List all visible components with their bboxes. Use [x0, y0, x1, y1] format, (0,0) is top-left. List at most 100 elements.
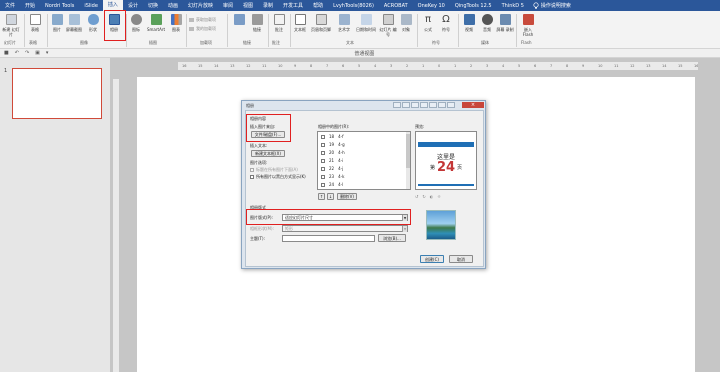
store-button[interactable]: 获取加载项: [189, 17, 216, 23]
start-show-icon[interactable]: ▣: [35, 50, 40, 56]
tab-record[interactable]: 录制: [258, 2, 278, 9]
picture-checkbox[interactable]: [321, 142, 325, 147]
list-item[interactable]: 23 4-k: [321, 174, 344, 179]
table-button[interactable]: 表格: [26, 14, 44, 32]
header-footer-button[interactable]: 页眉和页脚: [308, 14, 334, 32]
tab-view[interactable]: 视图: [238, 2, 258, 9]
create-button[interactable]: 创建(C): [420, 255, 444, 263]
tab-qingtools[interactable]: QingTools 12.5: [450, 3, 497, 9]
theme-input[interactable]: [282, 235, 375, 242]
picture-checkbox[interactable]: [321, 182, 325, 187]
picture-number: 19: [329, 142, 335, 147]
list-item[interactable]: 24 4-l: [321, 182, 343, 187]
list-item[interactable]: 18 4-f: [321, 134, 344, 139]
tab-file[interactable]: 文件: [0, 2, 20, 9]
save-icon[interactable]: ■: [4, 50, 9, 56]
brightness-up-icon[interactable]: [429, 102, 437, 108]
object-button[interactable]: 对象: [397, 14, 415, 32]
pictures-list-scrollbar[interactable]: [406, 132, 410, 189]
tab-acrobat[interactable]: ACROBAT: [379, 3, 413, 9]
slide-thumbnail[interactable]: [12, 68, 102, 119]
pictures-list[interactable]: 18 4-f 19 4-g 20 4-h 21 4-i 22 4-j 23 4-k 24 4-l: [317, 131, 411, 190]
tab-animations[interactable]: 动画: [163, 2, 183, 9]
black-white-checkbox[interactable]: [250, 175, 254, 179]
tab-transitions[interactable]: 切换: [143, 2, 163, 9]
contrast-up-icon[interactable]: [411, 102, 419, 108]
new-textbox-button[interactable]: 新建文本框(X): [251, 150, 285, 157]
tab-thinkd[interactable]: ThinkD 5: [497, 3, 529, 9]
move-down-button[interactable]: ↓: [327, 193, 334, 200]
picture-button[interactable]: 图片: [48, 14, 66, 32]
audio-button[interactable]: 音频: [478, 14, 496, 32]
picture-checkbox[interactable]: [321, 166, 325, 171]
video-button[interactable]: 视频: [460, 14, 478, 32]
list-item[interactable]: 22 4-j: [321, 166, 343, 171]
contrast-down-icon[interactable]: [420, 102, 428, 108]
comment-label: 批注: [275, 27, 283, 32]
brightness-icon[interactable]: ☼: [437, 194, 441, 199]
shapes-button[interactable]: 形状: [84, 14, 102, 32]
tab-nordri[interactable]: Nordri Tools: [40, 3, 79, 9]
redo-icon[interactable]: ↷: [25, 50, 29, 56]
tab-lvyh[interactable]: LvyhTools(8026): [328, 3, 379, 9]
rotate-right-icon[interactable]: [402, 102, 410, 108]
new-slide-button[interactable]: 新建 幻灯片: [2, 14, 20, 37]
view-dropdown[interactable]: 普通视图: [354, 50, 374, 57]
picture-checkbox[interactable]: [321, 158, 325, 163]
tab-slideshow[interactable]: 幻灯片放映: [183, 2, 218, 9]
rotate-left-icon[interactable]: [393, 102, 401, 108]
chart-button[interactable]: 图表: [167, 14, 185, 32]
icons-button[interactable]: 图标: [127, 14, 145, 32]
cancel-button[interactable]: 取消: [449, 255, 473, 263]
symbol-button[interactable]: Ω 符号: [437, 14, 455, 32]
tab-design[interactable]: 设计: [123, 2, 143, 9]
tab-review[interactable]: 审阅: [218, 2, 238, 9]
slide-number-button[interactable]: 幻灯片 编号: [379, 14, 397, 37]
browse-button[interactable]: 浏览(B)...: [378, 234, 406, 242]
tab-home[interactable]: 开始: [20, 2, 40, 9]
scrollbar-thumb[interactable]: [406, 134, 410, 168]
picture-checkbox[interactable]: [321, 150, 325, 155]
qat-more-icon[interactable]: ▾: [46, 50, 49, 56]
caption-checkbox[interactable]: [250, 168, 254, 172]
screen-recording-button[interactable]: 屏幕 录制: [496, 14, 514, 32]
close-icon[interactable]: ×: [462, 102, 484, 108]
caption-option[interactable]: 标题在所有图片下面(A): [250, 167, 298, 173]
help-icon[interactable]: [447, 102, 455, 108]
my-addins-button[interactable]: 我的加载项: [189, 26, 216, 32]
picture-checkbox[interactable]: [321, 134, 325, 139]
undo-icon[interactable]: ↶: [15, 50, 19, 56]
rotate-right-icon[interactable]: ↻: [422, 194, 425, 199]
group-separator: [24, 14, 25, 47]
contrast-icon[interactable]: ◐: [430, 194, 434, 199]
black-white-option[interactable]: 所有图片以黑白方式显示(K): [250, 174, 306, 180]
smartart-label: SmartArt: [146, 27, 166, 32]
frame-shape-select[interactable]: 矩形 ▼: [282, 225, 408, 232]
zoom-button[interactable]: [230, 14, 248, 27]
search-box[interactable]: 操作说明搜索: [533, 2, 571, 9]
tab-developer[interactable]: 开发工具: [278, 2, 308, 9]
tab-onekey[interactable]: OneKey 10: [413, 3, 450, 9]
move-up-button[interactable]: ↑: [318, 193, 325, 200]
list-item[interactable]: 21 4-i: [321, 158, 343, 163]
smartart-button[interactable]: SmartArt: [145, 14, 167, 32]
equation-button[interactable]: π 公式: [419, 14, 437, 32]
picture-layout-highlight: [246, 209, 411, 225]
remove-button[interactable]: 删除(V): [337, 193, 357, 200]
flash-button[interactable]: 嵌入 Flash: [519, 14, 537, 37]
rotate-left-icon[interactable]: ↺: [415, 194, 418, 199]
header-footer-icon: [315, 14, 327, 25]
picture-checkbox[interactable]: [321, 174, 325, 179]
tab-help[interactable]: 帮助: [308, 2, 328, 9]
textbox-button[interactable]: 文本框: [291, 14, 309, 32]
comment-button[interactable]: 批注: [270, 14, 288, 32]
link-button[interactable]: 链接: [248, 14, 266, 32]
ruler-tick-label: 15: [678, 64, 683, 68]
list-item[interactable]: 19 4-g: [321, 142, 345, 147]
wordart-button[interactable]: 艺术字: [335, 14, 353, 32]
date-time-button[interactable]: 日期和时间: [353, 14, 379, 32]
screenshot-button[interactable]: 屏幕截图: [65, 14, 83, 32]
list-item[interactable]: 20 4-h: [321, 150, 345, 155]
tab-islide[interactable]: iSlide: [79, 3, 103, 9]
brightness-down-icon[interactable]: [438, 102, 446, 108]
